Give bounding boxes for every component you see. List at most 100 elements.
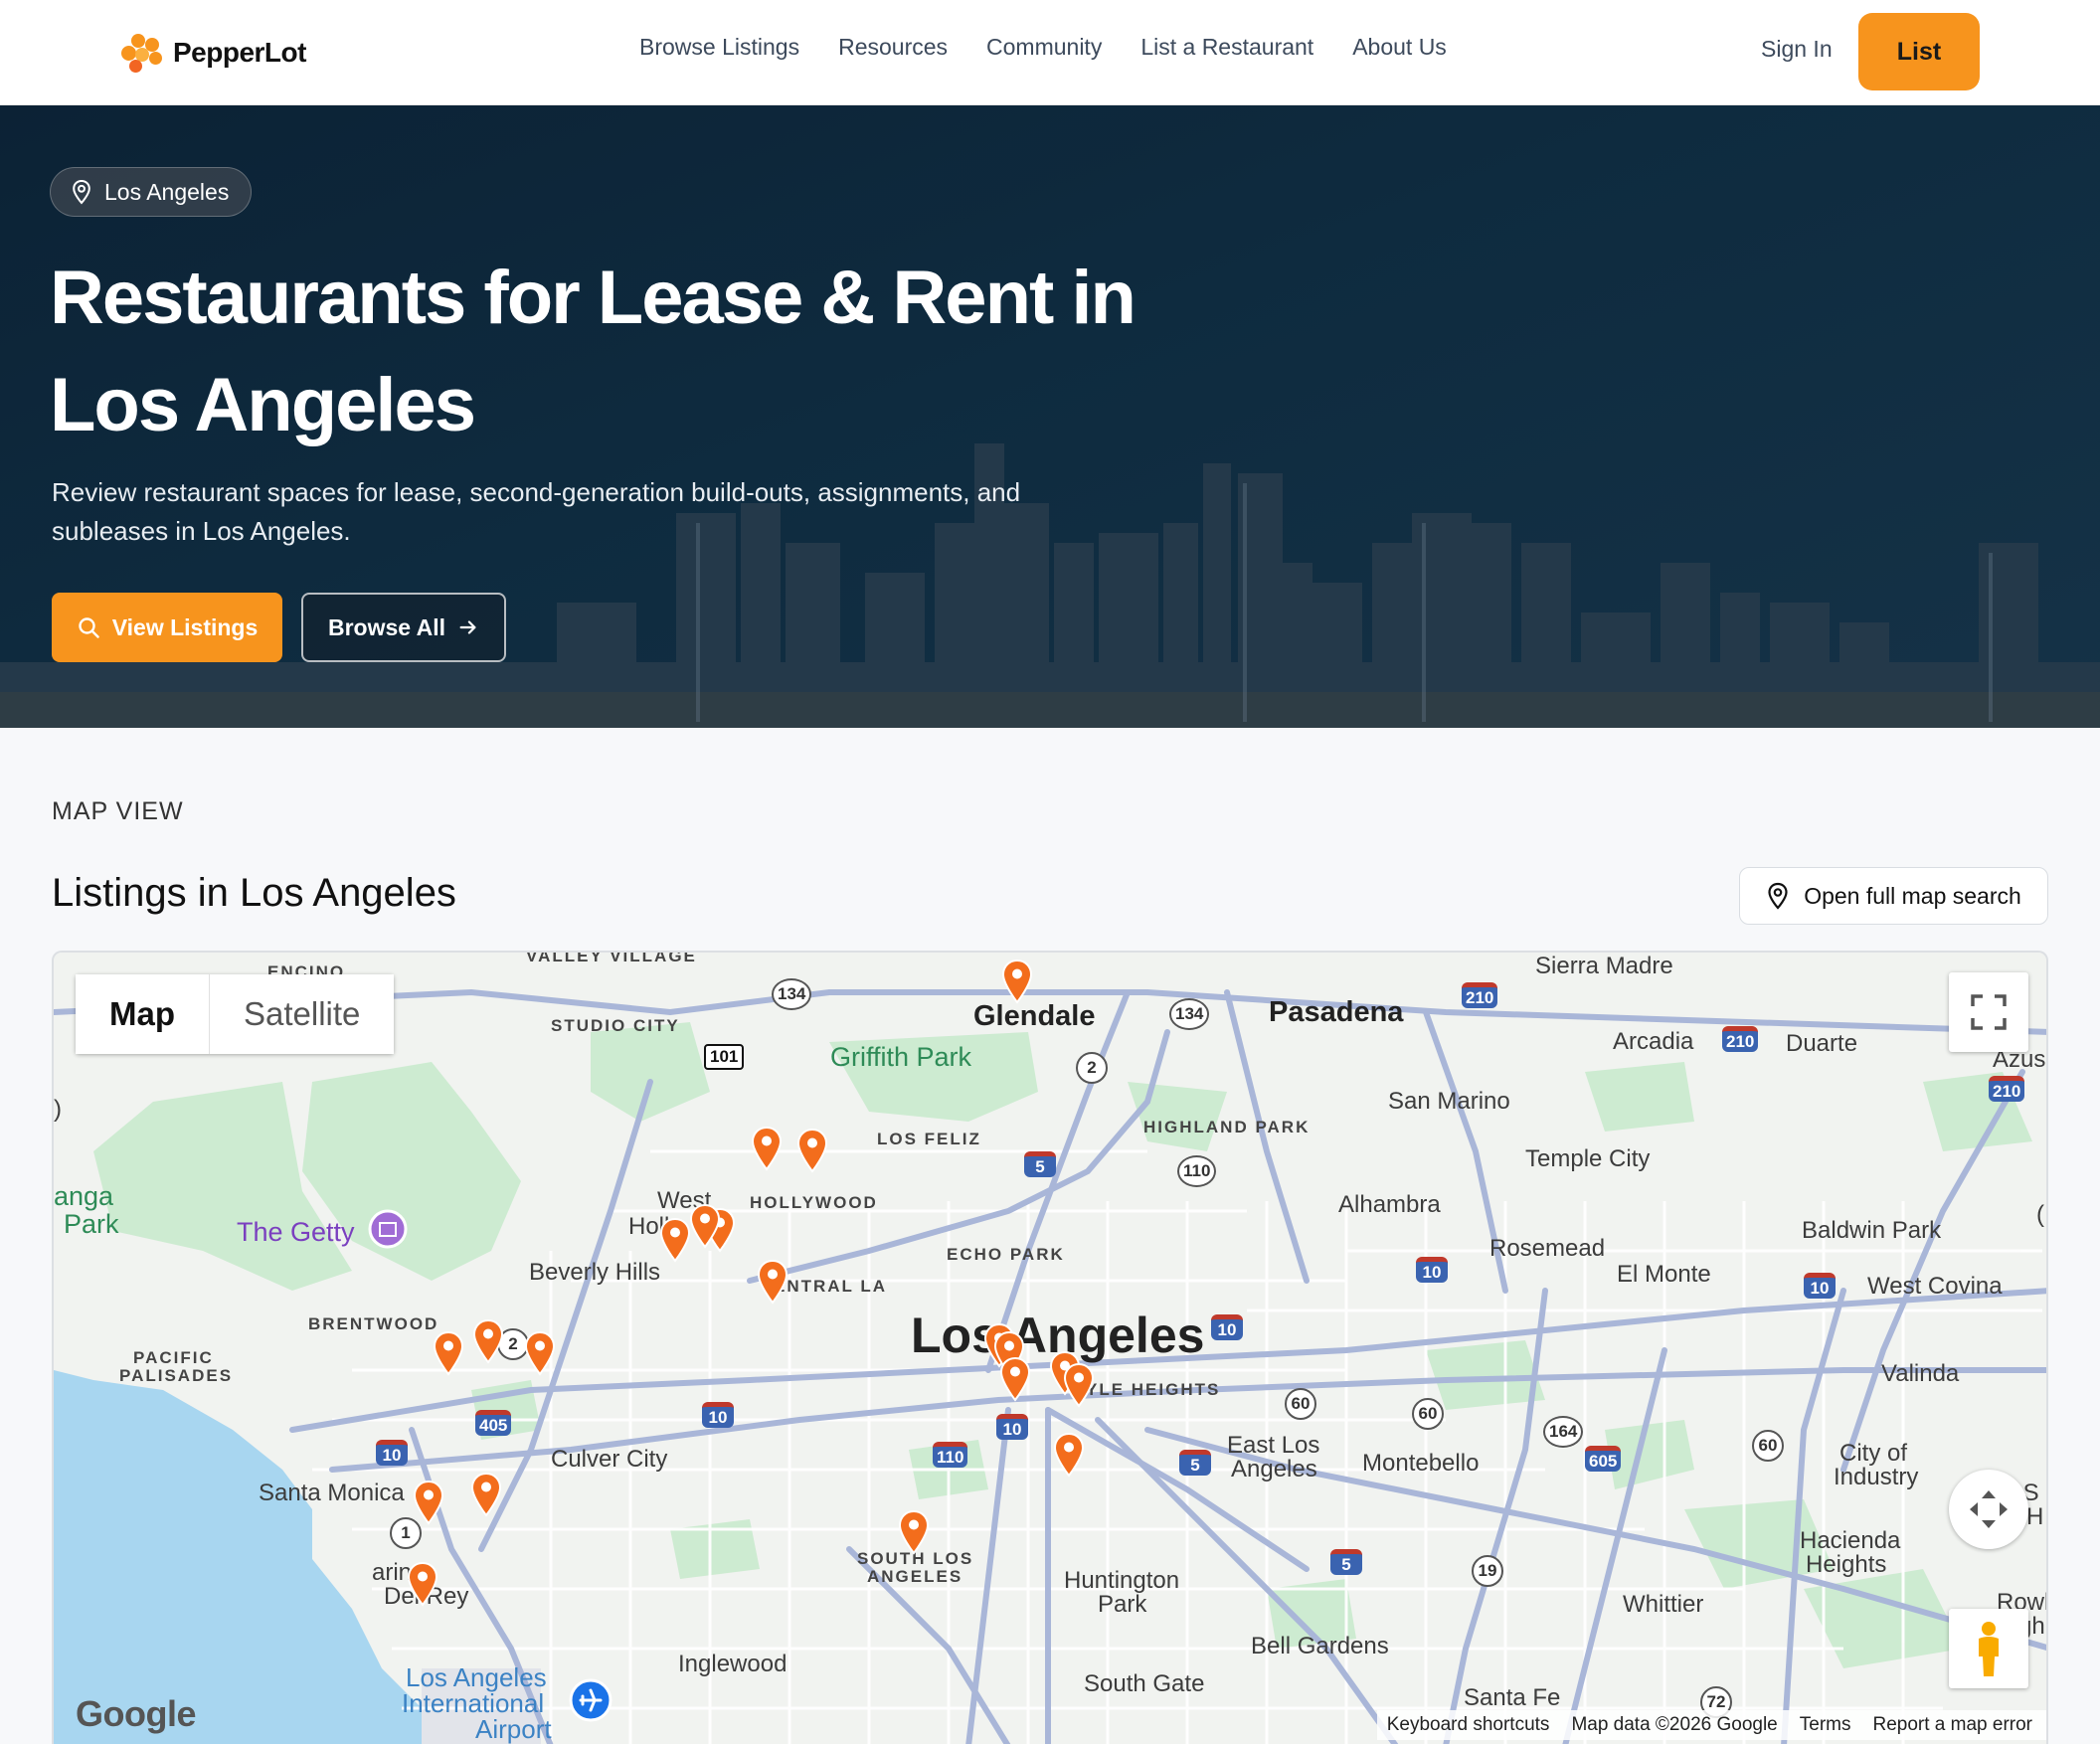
listing-pin[interactable] xyxy=(471,1318,505,1364)
map-pin-icon xyxy=(73,179,90,205)
route-shield: 10 xyxy=(1416,1257,1448,1283)
map-type-satellite-button[interactable]: Satellite xyxy=(209,974,395,1054)
route-shield: 19 xyxy=(1472,1555,1503,1587)
listing-pin[interactable] xyxy=(1052,1432,1086,1478)
map-label-south-la-2: ANGELES xyxy=(867,1567,963,1586)
fullscreen-icon xyxy=(1971,994,2007,1030)
map-label-central-la: ENTRAL LA xyxy=(774,1277,888,1296)
pegman-icon xyxy=(1979,1622,1999,1676)
nav-resources[interactable]: Resources xyxy=(838,34,948,61)
map-label-pasadena: Pasadena xyxy=(1269,996,1404,1028)
map-label-boyle-heights: YLE HEIGHTS xyxy=(1086,1380,1221,1399)
listing-pin[interactable] xyxy=(1000,959,1034,1004)
listing-pin[interactable] xyxy=(523,1330,557,1376)
route-shield: 164 xyxy=(1543,1416,1584,1448)
section-eyebrow: MAP VIEW xyxy=(52,797,184,825)
route-shield: 134 xyxy=(1169,998,1210,1030)
map-label-the-getty: The Getty xyxy=(237,1217,355,1247)
museum-icon[interactable] xyxy=(368,1209,408,1249)
map-type-map-button[interactable]: Map xyxy=(76,974,209,1054)
listing-pin[interactable] xyxy=(795,1128,829,1173)
listings-map[interactable]: ENCINO VALLEY VILLAGE STUDIO CITY Glenda… xyxy=(52,951,2048,1744)
map-label-topanga: anga xyxy=(54,1181,114,1211)
listing-pin[interactable] xyxy=(658,1217,692,1263)
listing-pin[interactable] xyxy=(897,1509,931,1555)
route-shield: 10 xyxy=(1804,1273,1836,1299)
list-button[interactable]: List xyxy=(1858,13,1980,90)
listing-pin[interactable] xyxy=(688,1203,722,1249)
route-shield: 210 xyxy=(1462,982,1498,1008)
map-label-south-gate: South Gate xyxy=(1084,1670,1205,1697)
listing-pin[interactable] xyxy=(750,1126,784,1171)
camera-control-button[interactable] xyxy=(1949,1470,2028,1549)
arrow-right-icon xyxy=(459,620,476,634)
map-label-beverly-hills: Beverly Hills xyxy=(529,1259,661,1286)
nav-links: Browse Listings Resources Community List… xyxy=(639,34,1447,61)
map-label-c: ( xyxy=(2036,1201,2044,1228)
map-label-el-monte: El Monte xyxy=(1617,1261,1711,1288)
listing-pin[interactable] xyxy=(406,1561,439,1607)
listing-pin[interactable] xyxy=(432,1330,465,1376)
location-chip[interactable]: Los Angeles xyxy=(50,167,253,217)
map-label-valley-village: VALLEY VILLAGE xyxy=(526,951,697,965)
nav-about-us[interactable]: About Us xyxy=(1352,34,1447,61)
route-shield: 210 xyxy=(1722,1026,1759,1052)
nav-list-a-restaurant[interactable]: List a Restaurant xyxy=(1140,34,1313,61)
map-label-east-la-2: Angeles xyxy=(1231,1456,1317,1482)
route-shield: 110 xyxy=(933,1442,968,1468)
open-full-map-button[interactable]: Open full map search xyxy=(1739,867,2048,925)
map-label-brentwood: BRENTWOOD xyxy=(308,1314,439,1333)
map-label-industry: Industry xyxy=(1834,1464,1919,1490)
terms-link[interactable]: Terms xyxy=(1800,1714,1851,1736)
route-shield: 10 xyxy=(1211,1314,1243,1340)
map-label-inglewood: Inglewood xyxy=(678,1651,788,1677)
listing-pin[interactable] xyxy=(998,1356,1032,1402)
map-attribution: Keyboard shortcuts Map data ©2026 Google… xyxy=(1376,1710,2046,1740)
airport-icon[interactable] xyxy=(569,1678,612,1722)
street-view-button[interactable] xyxy=(1949,1609,2028,1688)
report-map-error-link[interactable]: Report a map error xyxy=(1872,1714,2032,1736)
nav-community[interactable]: Community xyxy=(986,34,1102,61)
map-label-bell-gardens: Bell Gardens xyxy=(1251,1633,1389,1659)
browse-all-button[interactable]: Browse All xyxy=(301,593,506,662)
map-label-santa-monica: Santa Monica xyxy=(259,1480,405,1506)
map-label-highland-park: HIGHLAND PARK xyxy=(1143,1118,1311,1136)
location-chip-label: Los Angeles xyxy=(104,178,230,205)
listing-pin[interactable] xyxy=(756,1259,789,1305)
route-shield: 210 xyxy=(1989,1076,2025,1102)
listing-pin[interactable] xyxy=(412,1480,445,1525)
route-shield: 10 xyxy=(996,1414,1028,1440)
map-label-studio-city: STUDIO CITY xyxy=(551,1016,680,1035)
keyboard-shortcuts-link[interactable]: Keyboard shortcuts xyxy=(1387,1714,1550,1736)
sign-in-link[interactable]: Sign In xyxy=(1761,36,1833,63)
map-label-baldwin-park: Baldwin Park xyxy=(1802,1217,1942,1244)
hero-banner: Los Angeles Restaurants for Lease & Rent… xyxy=(0,105,2100,728)
listing-pin[interactable] xyxy=(469,1472,503,1517)
route-shield: 60 xyxy=(1412,1398,1444,1430)
map-label-west-covina: West Covina xyxy=(1867,1273,2003,1300)
listing-pin[interactable] xyxy=(1062,1362,1096,1408)
map-label-santa-fe: Santa Fe xyxy=(1464,1684,1561,1711)
map-pin-icon xyxy=(1768,882,1788,910)
map-label-heights: Heights xyxy=(1806,1551,1887,1578)
open-full-map-label: Open full map search xyxy=(1804,882,2021,909)
google-logo: Google xyxy=(76,1693,197,1734)
route-shield: 10 xyxy=(702,1402,734,1428)
map-label-whittier: Whittier xyxy=(1623,1591,1704,1618)
route-shield: 405 xyxy=(475,1410,512,1436)
map-label-glendale: Glendale xyxy=(973,1000,1096,1032)
brand-logo[interactable]: PepperLot xyxy=(119,32,306,74)
map-label-arcadia: Arcadia xyxy=(1613,1028,1694,1055)
view-listings-button[interactable]: View Listings xyxy=(52,593,282,662)
route-shield: 10 xyxy=(376,1440,408,1466)
map-type-toggle: Map Satellite xyxy=(76,974,395,1054)
map-label-valinda: Valinda xyxy=(1881,1360,1960,1387)
map-label-temple-city: Temple City xyxy=(1525,1145,1651,1172)
nav-browse-listings[interactable]: Browse Listings xyxy=(639,34,799,61)
fullscreen-button[interactable] xyxy=(1949,972,2028,1052)
route-shield: 5 xyxy=(1179,1450,1211,1476)
route-shield: 605 xyxy=(1585,1446,1622,1472)
route-shield: 60 xyxy=(1752,1430,1784,1462)
route-shield: 2 xyxy=(1076,1052,1108,1084)
section-title: Listings in Los Angeles xyxy=(52,871,456,915)
